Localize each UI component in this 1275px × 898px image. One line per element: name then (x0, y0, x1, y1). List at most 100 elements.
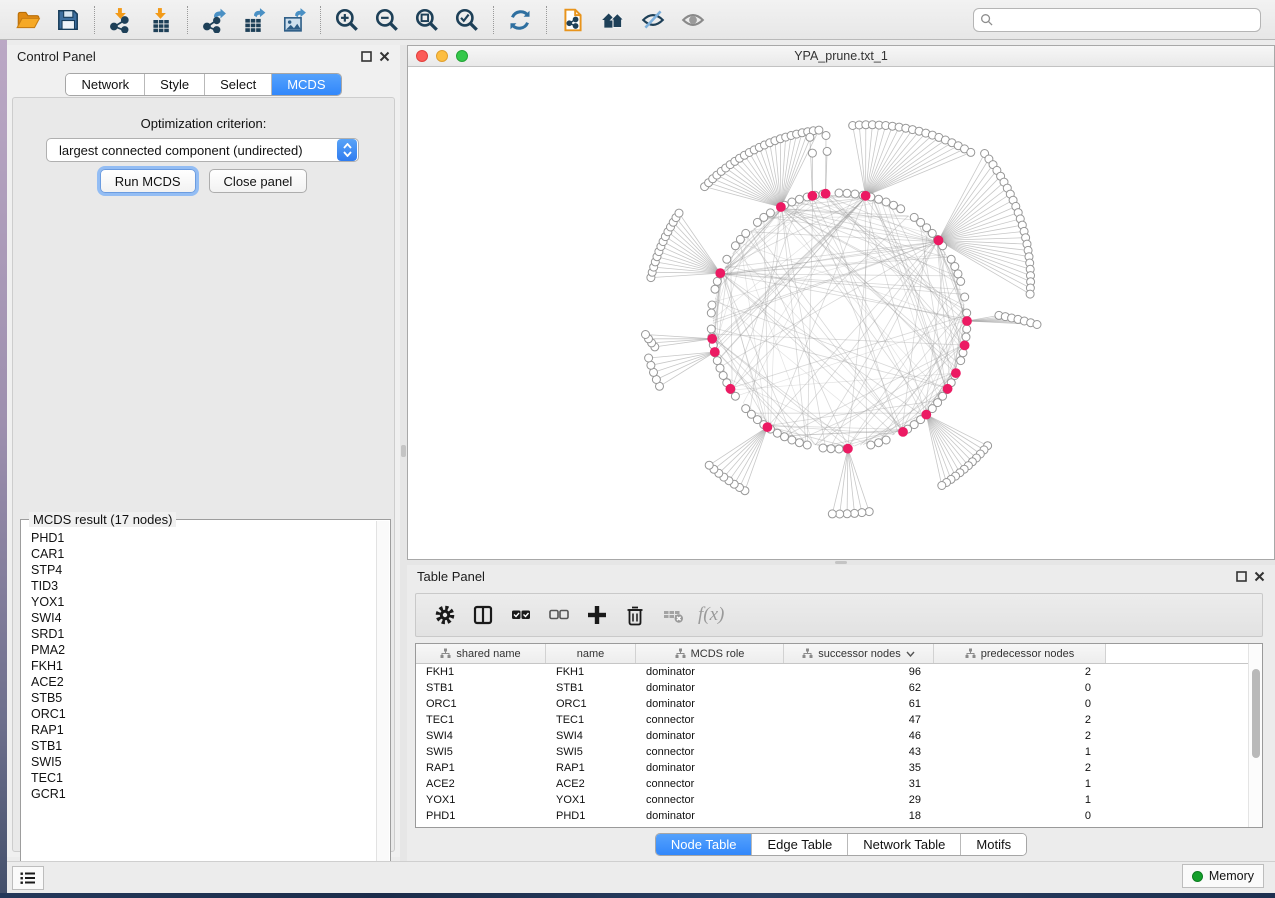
hide-graphics-details-button[interactable] (633, 3, 673, 37)
search-input[interactable] (997, 13, 1254, 27)
mcds-result-item[interactable]: TEC1 (31, 770, 375, 786)
table-row[interactable]: ORC1ORC1dominator610 (416, 696, 1262, 712)
table-cell: YOX1 (546, 792, 636, 808)
close-panel-icon[interactable] (379, 51, 390, 62)
mcds-result-item[interactable]: GCR1 (31, 786, 375, 802)
column-header-predecessor-nodes[interactable]: predecessor nodes (934, 644, 1106, 663)
mcds-result-item[interactable]: SWI4 (31, 610, 375, 626)
table-row[interactable]: RAP1RAP1dominator352 (416, 760, 1262, 776)
vertical-splitter[interactable] (400, 45, 407, 861)
table-scrollbar[interactable] (1248, 644, 1262, 827)
mcds-result-item[interactable]: STB1 (31, 738, 375, 754)
refresh-button[interactable] (500, 3, 540, 37)
close-panel-icon[interactable] (1254, 571, 1265, 582)
control-tab-select[interactable]: Select (205, 74, 272, 95)
mcds-result-item[interactable]: STB5 (31, 690, 375, 706)
memory-button[interactable]: Memory (1182, 864, 1264, 888)
open-session-button[interactable] (8, 3, 48, 37)
deselect-all-icon (548, 604, 570, 626)
run-mcds-button[interactable]: Run MCDS (100, 169, 196, 193)
splitter-handle[interactable] (401, 445, 406, 457)
table-cell: SWI4 (546, 728, 636, 744)
table-cell: 62 (784, 680, 934, 696)
zoom-selected-button[interactable] (447, 3, 487, 37)
control-panel: Control Panel NetworkStyleSelectMCDS Opt… (7, 45, 400, 857)
control-tab-style[interactable]: Style (145, 74, 205, 95)
control-tab-network[interactable]: Network (66, 74, 145, 95)
optimization-criterion-select[interactable]: largest connected component (undirected) (46, 138, 359, 162)
import-table-button[interactable] (141, 3, 181, 37)
mcds-result-item[interactable]: CAR1 (31, 546, 375, 562)
mcds-result-item[interactable]: PMA2 (31, 642, 375, 658)
mcds-result-item[interactable]: SWI5 (31, 754, 375, 770)
column-header-shared-name[interactable]: shared name (416, 644, 546, 663)
deselect-all-button[interactable] (540, 597, 578, 633)
table-cell: SWI5 (546, 744, 636, 760)
table-cell: dominator (636, 728, 784, 744)
table-tab-network-table[interactable]: Network Table (848, 834, 961, 855)
scrollbar-thumb[interactable] (1252, 669, 1260, 758)
float-panel-icon[interactable] (361, 51, 372, 62)
show-graphics-details-button[interactable] (673, 3, 713, 37)
mcds-result-item[interactable]: ORC1 (31, 706, 375, 722)
list-icon (20, 871, 36, 885)
mcds-result-item[interactable]: STP4 (31, 562, 375, 578)
table-panel-title: Table Panel (417, 569, 485, 584)
mcds-result-item[interactable]: PHD1 (31, 530, 375, 546)
mcds-result-item[interactable]: ACE2 (31, 674, 375, 690)
table-tab-node-table[interactable]: Node Table (656, 834, 753, 855)
splitter-handle[interactable] (835, 561, 847, 564)
delete-table-button[interactable] (654, 597, 692, 633)
function-builder-button[interactable]: f(x) (698, 604, 724, 626)
control-panel-titlebar: Control Panel (7, 45, 400, 67)
table-cell: 2 (934, 712, 1106, 728)
table-row[interactable]: TEC1TEC1connector472 (416, 712, 1262, 728)
column-header-name[interactable]: name (546, 644, 636, 663)
mcds-result-item[interactable]: RAP1 (31, 722, 375, 738)
table-tab-motifs[interactable]: Motifs (961, 834, 1026, 855)
table-settings-button[interactable] (426, 597, 464, 633)
search-field[interactable] (973, 8, 1261, 32)
save-session-button[interactable] (48, 3, 88, 37)
import-network-button[interactable] (101, 3, 141, 37)
export-image-button[interactable] (274, 3, 314, 37)
create-column-button[interactable] (578, 597, 616, 633)
zoom-out-button[interactable] (367, 3, 407, 37)
zoom-in-icon (334, 7, 360, 33)
delete-column-button[interactable] (616, 597, 654, 633)
table-cell: STB1 (416, 680, 546, 696)
table-row[interactable]: SWI5SWI5connector431 (416, 744, 1262, 760)
select-all-button[interactable] (502, 597, 540, 633)
mcds-result-item[interactable]: TID3 (31, 578, 375, 594)
column-header-MCDS-role[interactable]: MCDS role (636, 644, 784, 663)
export-table-button[interactable] (234, 3, 274, 37)
export-network-button[interactable] (194, 3, 234, 37)
table-row[interactable]: ACE2ACE2connector311 (416, 776, 1262, 792)
table-row[interactable]: YOX1YOX1connector291 (416, 792, 1262, 808)
zoom-selected-icon (454, 7, 480, 33)
table-row[interactable]: SWI4SWI4dominator462 (416, 728, 1262, 744)
table-cell: 1 (934, 744, 1106, 760)
table-row[interactable]: PHD1PHD1dominator180 (416, 808, 1262, 824)
mcds-result-item[interactable]: YOX1 (31, 594, 375, 610)
mcds-result-scrollbar[interactable] (376, 521, 389, 891)
split-table-button[interactable] (464, 597, 502, 633)
float-panel-icon[interactable] (1236, 571, 1247, 582)
table-tab-edge-table[interactable]: Edge Table (752, 834, 848, 855)
table-panel-titlebar: Table Panel (407, 565, 1275, 587)
table-row[interactable]: STB1STB1dominator620 (416, 680, 1262, 696)
show-all-networks-button[interactable] (593, 3, 633, 37)
new-network-from-selection-button[interactable] (553, 3, 593, 37)
mcds-result-item[interactable]: FKH1 (31, 658, 375, 674)
control-tab-mcds[interactable]: MCDS (272, 74, 340, 95)
table-cell: YOX1 (416, 792, 546, 808)
mcds-result-item[interactable]: SRD1 (31, 626, 375, 642)
task-history-button[interactable] (12, 866, 44, 890)
network-canvas[interactable] (408, 67, 1274, 559)
close-panel-button[interactable]: Close panel (209, 169, 308, 193)
cytoscape-window: Control Panel NetworkStyleSelectMCDS Opt… (0, 0, 1275, 898)
zoom-in-button[interactable] (327, 3, 367, 37)
table-row[interactable]: FKH1FKH1dominator962 (416, 664, 1262, 680)
column-header-successor-nodes[interactable]: successor nodes (784, 644, 934, 663)
zoom-fit-button[interactable] (407, 3, 447, 37)
